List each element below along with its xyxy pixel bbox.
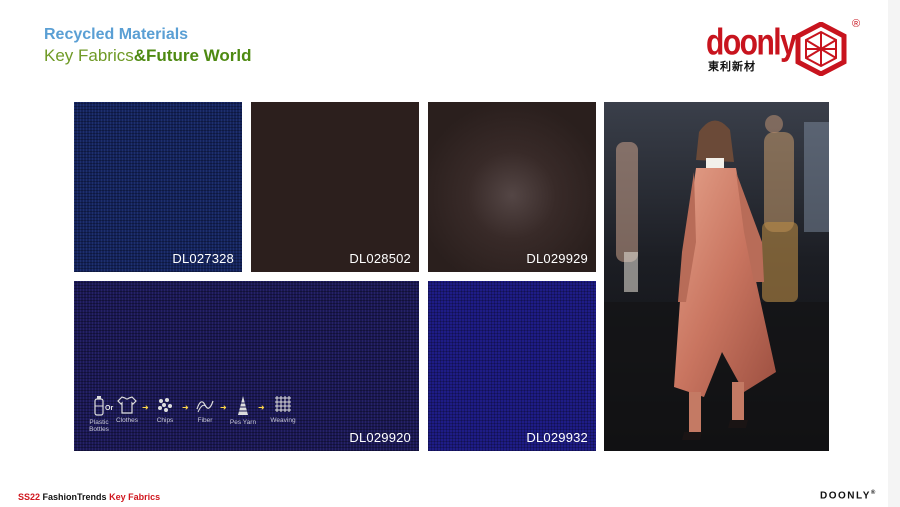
fabric-code: DL029932 <box>526 430 588 445</box>
fabric-code: DL027328 <box>172 251 234 266</box>
fabric-swatch-3: DL029929 <box>428 102 596 272</box>
arrow-icon: ➜ <box>258 403 265 412</box>
logo-mark-icon <box>795 22 847 76</box>
brand-logo: doonly 東利新材 ® <box>706 18 866 76</box>
fabric-code: DL029929 <box>526 251 588 266</box>
yarn-icon <box>238 396 248 415</box>
footer-brand: DOONLY® <box>820 490 877 501</box>
fiber-icon <box>196 400 214 413</box>
chips-icon <box>158 398 172 412</box>
page-title: Recycled Materials <box>44 26 189 43</box>
subtitle-key-fabrics: Key Fabrics <box>44 46 134 65</box>
logo-chinese-name: 東利新材 <box>708 61 756 73</box>
process-step-label: Chips <box>156 417 174 424</box>
fabric-swatch-4: Plastic Bottles Or Clothes ➜ Chips ➜ Fib… <box>74 281 419 451</box>
page-edge-strip <box>888 0 900 507</box>
page-subtitle: Key Fabrics&Future World <box>44 46 251 66</box>
process-step-label: Pes Yarn <box>229 419 257 426</box>
footer-season: SS22 <box>18 492 41 502</box>
fabric-swatch-1: DL027328 <box>74 102 242 272</box>
registered-mark: ® <box>852 18 861 30</box>
process-step-label: Clothes <box>115 417 139 424</box>
process-step-label: Fiber <box>197 417 213 424</box>
fabric-swatch-5: DL029932 <box>428 281 596 451</box>
footer-brand-mark: ® <box>870 490 877 496</box>
process-step-fiber: Fiber <box>190 395 220 424</box>
process-step-yarn: Pes Yarn <box>228 395 258 426</box>
bottle-icon <box>94 396 104 416</box>
footer-fashiontrends: FashionTrends <box>42 492 107 502</box>
arrow-icon: ➜ <box>142 403 149 412</box>
fabric-code: DL028502 <box>349 251 411 266</box>
process-step-weaving: Weaving <box>268 395 298 424</box>
weaving-icon <box>275 396 291 412</box>
arrow-icon: ➜ <box>182 403 189 412</box>
process-step-bottles: Plastic Bottles <box>84 395 114 433</box>
arrow-icon: ➜ <box>220 403 227 412</box>
process-step-clothes: Clothes <box>112 395 142 424</box>
shirt-icon <box>117 396 137 414</box>
recycling-process-diagram: Plastic Bottles Or Clothes ➜ Chips ➜ Fib… <box>84 395 314 445</box>
fabric-swatch-2: DL028502 <box>251 102 419 272</box>
footer-section: Key Fabrics <box>109 492 161 502</box>
process-step-label: Plastic Bottles <box>89 419 109 433</box>
subtitle-future-world: &Future World <box>133 46 252 65</box>
process-step-label: Weaving <box>270 417 296 424</box>
process-step-chips: Chips <box>150 395 180 424</box>
footer-brand-name: DOONLY <box>820 490 871 502</box>
footer-label: SS22 FashionTrends Key Fabrics <box>18 492 160 502</box>
runway-model-photo <box>604 102 829 451</box>
fabric-code: DL029920 <box>349 430 411 445</box>
